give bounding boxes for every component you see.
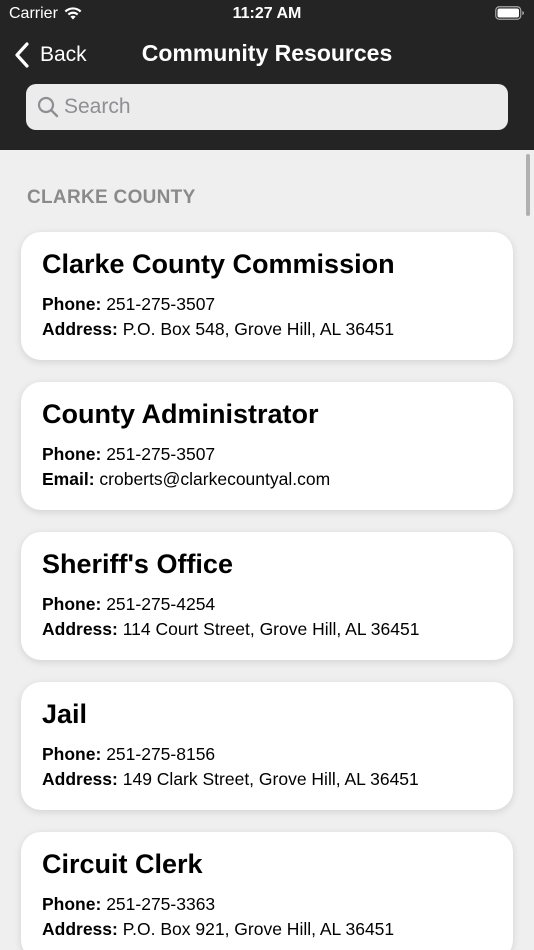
card-field-label: Phone: (42, 744, 102, 764)
card-title: County Administrator (42, 399, 319, 429)
phone-value[interactable]: 251-275-3507 (106, 294, 215, 314)
address-value[interactable]: 149 Clark Street, Grove Hill, AL 36451 (123, 769, 419, 789)
card-field-label: Address: (42, 769, 118, 789)
header: Carrier 11:27 AM Back Community Resource… (0, 0, 534, 150)
card-title: Circuit Clerk (42, 849, 203, 879)
resource-card[interactable]: Circuit Clerk Phone: 251-275-3363 Addres… (21, 832, 513, 950)
phone-value[interactable]: 251-275-4254 (106, 594, 215, 614)
phone-value[interactable]: 251-275-8156 (106, 744, 215, 764)
card-phone-line: Phone: 251-275-3363 (42, 892, 492, 917)
card-field-label: Phone: (42, 294, 102, 314)
resource-card[interactable]: Jail Phone: 251-275-8156 Address: 149 Cl… (21, 682, 513, 810)
card-phone-line: Phone: 251-275-8156 (42, 742, 492, 767)
card-field-label: Phone: (42, 594, 102, 614)
card-email-line: Email: croberts@clarkecountyal.com (42, 467, 492, 492)
search-input[interactable] (64, 84, 494, 130)
section-header: CLARKE COUNTY (27, 187, 196, 208)
phone-value[interactable]: 251-275-3363 (106, 894, 215, 914)
card-phone-line: Phone: 251-275-3507 (42, 442, 492, 467)
cards-container: Clarke County Commission Phone: 251-275-… (21, 232, 513, 950)
email-value[interactable]: croberts@clarkecountyal.com (99, 469, 330, 489)
card-field-label: Email: (42, 469, 95, 489)
search-field[interactable] (26, 84, 508, 130)
card-field-label: Address: (42, 619, 118, 639)
status-time: 11:27 AM (232, 5, 302, 22)
card-field-label: Phone: (42, 894, 102, 914)
card-phone-line: Phone: 251-275-3507 (42, 292, 492, 317)
status-bar: Carrier 11:27 AM (0, 0, 534, 28)
card-title: Clarke County Commission (42, 249, 395, 279)
card-field-label: Address: (42, 919, 118, 939)
resource-card[interactable]: County Administrator Phone: 251-275-3507… (21, 382, 513, 510)
battery-icon (495, 6, 524, 20)
card-address-line: Address: P.O. Box 921, Grove Hill, AL 36… (42, 917, 492, 942)
search-icon (37, 96, 59, 118)
card-title: Jail (42, 699, 88, 729)
address-value[interactable]: P.O. Box 921, Grove Hill, AL 36451 (123, 919, 394, 939)
scrollbar[interactable] (526, 154, 530, 216)
card-field-label: Phone: (42, 444, 102, 464)
card-address-line: Address: 149 Clark Street, Grove Hill, A… (42, 767, 492, 792)
resource-card[interactable]: Clarke County Commission Phone: 251-275-… (21, 232, 513, 360)
card-title: Sheriff's Office (42, 549, 233, 579)
navigation-bar: Back Community Resources (0, 28, 534, 80)
phone-value[interactable]: 251-275-3507 (106, 444, 215, 464)
card-phone-line: Phone: 251-275-4254 (42, 592, 492, 617)
resource-card[interactable]: Sheriff's Office Phone: 251-275-4254 Add… (21, 532, 513, 660)
resource-list[interactable]: CLARKE COUNTY Clarke County Commission P… (0, 150, 534, 950)
page-title: Community Resources (141, 40, 393, 66)
card-field-label: Address: (42, 319, 118, 339)
card-address-line: Address: 114 Court Street, Grove Hill, A… (42, 617, 492, 642)
address-value[interactable]: 114 Court Street, Grove Hill, AL 36451 (123, 619, 420, 639)
address-value[interactable]: P.O. Box 548, Grove Hill, AL 36451 (123, 319, 394, 339)
card-address-line: Address: P.O. Box 548, Grove Hill, AL 36… (42, 317, 492, 342)
